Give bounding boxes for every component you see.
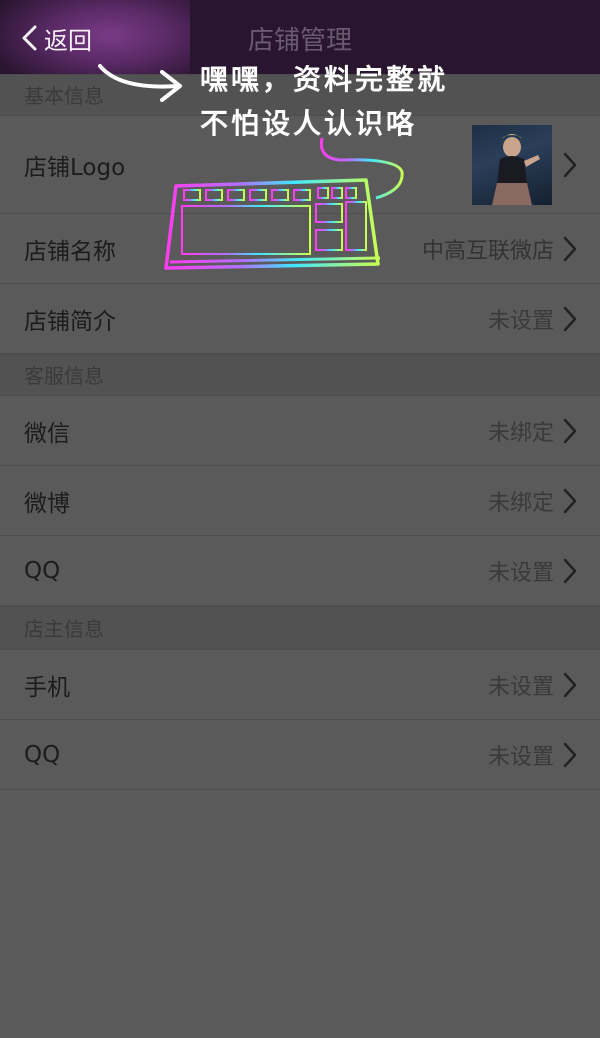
row-label: 微信 bbox=[24, 420, 70, 447]
section-header-service: 客服信息 bbox=[0, 354, 600, 396]
row-value: 中高互联微店 bbox=[421, 238, 554, 264]
section-header-basic: 基本信息 bbox=[0, 74, 600, 116]
chevron-right-icon bbox=[563, 672, 577, 697]
row-weibo[interactable]: 微博 未绑定 bbox=[0, 466, 600, 536]
chevron-right-icon bbox=[563, 558, 577, 583]
row-value: 未设置 bbox=[487, 308, 554, 334]
chevron-right-icon bbox=[563, 236, 577, 261]
row-wechat[interactable]: 微信 未绑定 bbox=[0, 396, 600, 466]
chevron-right-icon bbox=[563, 306, 577, 331]
row-store-logo[interactable]: 店铺Logo bbox=[0, 116, 600, 214]
avatar bbox=[492, 133, 540, 205]
chevron-right-icon bbox=[563, 152, 577, 177]
row-value: 未设置 bbox=[487, 744, 554, 770]
row-value: 未绑定 bbox=[487, 490, 554, 516]
row-value: 未设置 bbox=[487, 560, 554, 586]
row-label: QQ bbox=[24, 741, 61, 768]
row-store-name[interactable]: 店铺名称 中高互联微店 bbox=[0, 214, 600, 284]
row-label: 微博 bbox=[24, 490, 70, 517]
row-value: 未设置 bbox=[487, 674, 554, 700]
chevron-right-icon bbox=[563, 488, 577, 513]
row-label: QQ bbox=[24, 557, 61, 584]
row-store-intro[interactable]: 店铺简介 未设置 bbox=[0, 284, 600, 354]
row-label: 店铺简介 bbox=[24, 308, 116, 335]
navigation-bar: 返回 店铺管理 bbox=[0, 0, 600, 90]
chevron-right-icon bbox=[563, 742, 577, 767]
row-value: 未绑定 bbox=[487, 420, 554, 446]
row-qq-owner[interactable]: QQ 未设置 bbox=[0, 720, 600, 790]
chevron-right-icon bbox=[563, 418, 577, 443]
row-label: 店铺名称 bbox=[24, 238, 116, 265]
row-phone[interactable]: 手机 未设置 bbox=[0, 650, 600, 720]
store-logo-thumbnail[interactable] bbox=[472, 124, 552, 205]
row-qq-service[interactable]: QQ 未设置 bbox=[0, 536, 600, 606]
section-header-owner: 店主信息 bbox=[0, 606, 600, 650]
row-label: 店铺Logo bbox=[24, 154, 126, 181]
row-label: 手机 bbox=[24, 674, 70, 701]
page-title: 店铺管理 bbox=[247, 26, 352, 56]
